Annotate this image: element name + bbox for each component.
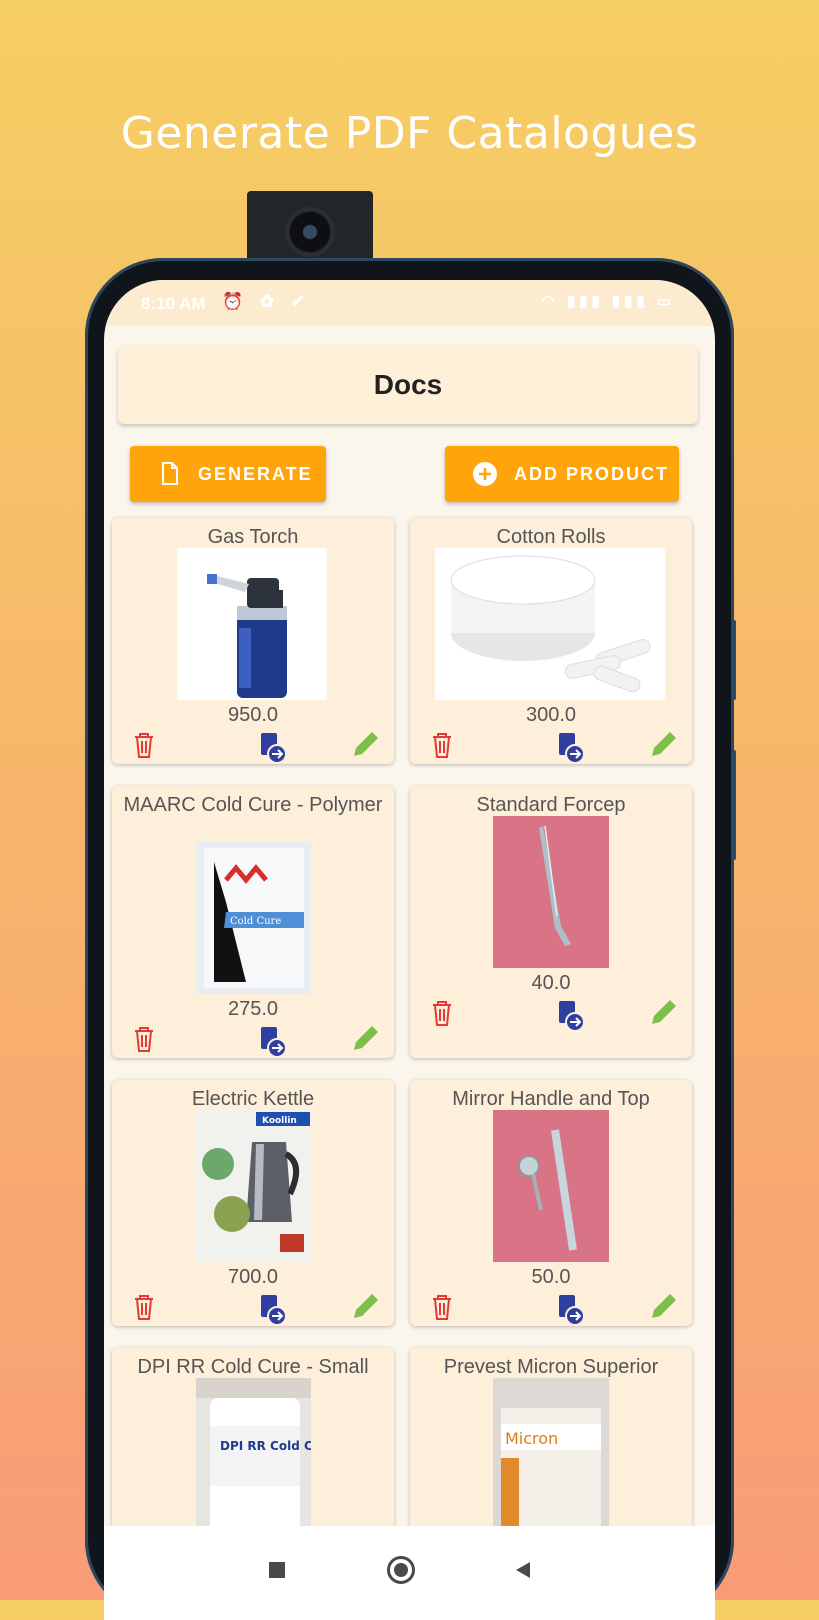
signal-icon: ▮▮▮	[611, 293, 649, 310]
product-name: Standard Forcep	[476, 794, 626, 816]
trash-icon[interactable]	[425, 996, 459, 1030]
pencil-icon[interactable]	[646, 728, 680, 762]
system-nav-bar	[104, 1526, 715, 1620]
product-image: Cold Cure	[196, 842, 311, 994]
pencil-icon[interactable]	[348, 1290, 382, 1324]
product-label-text: DPI RR Cold Cure	[220, 1439, 311, 1453]
share-icon[interactable]	[553, 998, 587, 1032]
status-right-icons: ◠ ▮▮▮ ▮▮▮ ▭	[542, 292, 675, 310]
product-image	[493, 1110, 609, 1262]
phone-screen: 8:10 AM ⏰ ✿ ✔ ◠ ▮▮▮ ▮▮▮ ▭ Docs GENERATE …	[104, 280, 715, 1620]
product-image: DPI RR Cold Cure	[196, 1378, 311, 1538]
share-icon[interactable]	[255, 1292, 289, 1326]
product-price: 50.0	[531, 1266, 571, 1288]
product-image: Koollin	[196, 1110, 311, 1262]
status-time: 8:10 AM	[141, 294, 206, 313]
product-price: 275.0	[227, 998, 279, 1020]
product-price: 300.0	[525, 704, 577, 726]
document-icon	[162, 462, 178, 485]
product-card[interactable]: Mirror Handle and Top 50.0	[410, 1080, 692, 1326]
camera-lens	[285, 207, 335, 257]
generate-button-label: GENERATE	[198, 463, 313, 484]
promo-headline: Generate PDF Catalogues	[120, 108, 699, 159]
wifi-icon: ◠	[541, 293, 559, 310]
trash-icon[interactable]	[127, 728, 161, 762]
app-title-bar: Docs	[118, 346, 698, 424]
product-name: DPI RR Cold Cure - Small	[137, 1356, 369, 1378]
product-image: Micron	[493, 1378, 609, 1538]
share-icon[interactable]	[255, 730, 289, 764]
pencil-icon[interactable]	[646, 1290, 680, 1324]
trash-icon[interactable]	[425, 1290, 459, 1324]
page-title: Docs	[373, 369, 443, 400]
pencil-icon[interactable]	[646, 996, 680, 1030]
add-product-button-label: ADD PRODUCT	[514, 463, 669, 484]
product-label-text: Cold Cure	[230, 916, 281, 927]
product-name: Prevest Micron Superior	[443, 1356, 659, 1378]
product-card[interactable]: Cotton Rolls 300.0	[410, 518, 692, 764]
product-card[interactable]: Gas Torch 950.0	[112, 518, 394, 764]
add-circle-icon	[473, 462, 497, 486]
product-name: Gas Torch	[207, 526, 299, 548]
product-card[interactable]: DPI RR Cold Cure - Small DPI RR Cold Cur…	[112, 1348, 394, 1548]
status-left-icons: ⏰ ✿ ✔	[222, 292, 312, 311]
pencil-icon[interactable]	[348, 728, 382, 762]
triangle-back-icon[interactable]	[514, 1560, 532, 1580]
product-card[interactable]: MAARC Cold Cure - Polymer Cold Cure 275.…	[112, 786, 394, 1058]
product-price: 40.0	[531, 972, 571, 994]
home-dot	[394, 1563, 408, 1577]
phone-side-button	[731, 620, 736, 700]
product-price: 950.0	[227, 704, 279, 726]
product-image	[435, 548, 665, 700]
share-icon[interactable]	[553, 1292, 587, 1326]
share-icon[interactable]	[553, 730, 587, 764]
product-name: Cotton Rolls	[496, 526, 606, 548]
product-name: Mirror Handle and Top	[452, 1088, 650, 1110]
trash-icon[interactable]	[127, 1022, 161, 1056]
trash-icon[interactable]	[425, 728, 459, 762]
circle-home-icon[interactable]	[387, 1556, 415, 1584]
product-label-text: Micron	[505, 1429, 558, 1448]
popup-camera	[247, 191, 373, 267]
trash-icon[interactable]	[127, 1290, 161, 1324]
product-label-text: Koollin	[262, 1116, 297, 1126]
phone-side-button	[731, 750, 736, 860]
product-card[interactable]: Electric Kettle Koollin 700.0	[112, 1080, 394, 1326]
add-product-button[interactable]: ADD PRODUCT	[445, 446, 679, 502]
product-price: 700.0	[227, 1266, 279, 1288]
product-image	[493, 816, 609, 968]
product-card[interactable]: Prevest Micron Superior Micron	[410, 1348, 692, 1548]
square-icon[interactable]	[269, 1562, 285, 1578]
product-card[interactable]: Standard Forcep 40.0	[410, 786, 692, 1058]
share-icon[interactable]	[255, 1024, 289, 1058]
product-image	[177, 548, 327, 700]
generate-button[interactable]: GENERATE	[130, 446, 326, 502]
product-name: MAARC Cold Cure - Polymer	[123, 794, 383, 816]
pencil-icon[interactable]	[348, 1022, 382, 1056]
battery-icon: ▭	[656, 293, 675, 310]
status-bar: 8:10 AM ⏰ ✿ ✔ ◠ ▮▮▮ ▮▮▮ ▭	[104, 280, 715, 326]
product-name: Electric Kettle	[191, 1088, 315, 1110]
signal-icon: ▮▮▮	[566, 293, 604, 310]
